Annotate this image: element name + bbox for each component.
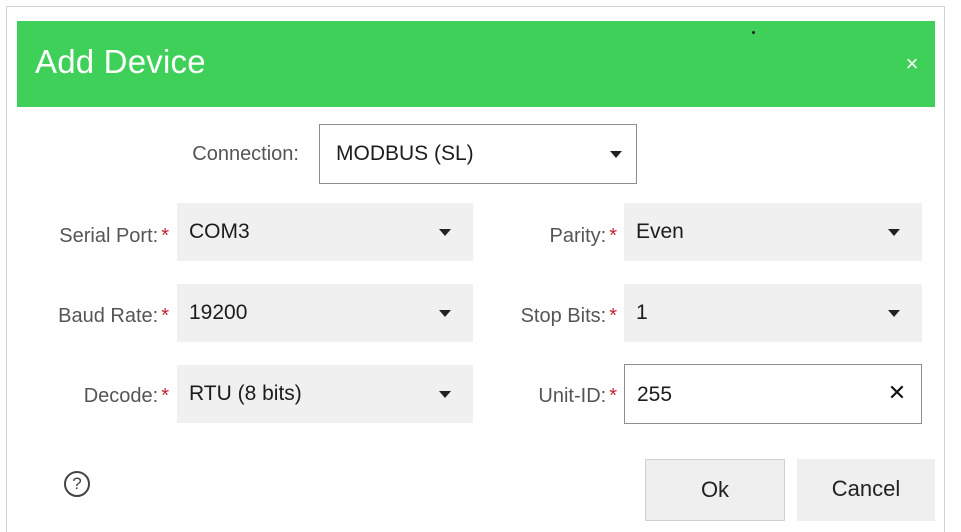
chevron-down-icon <box>888 310 900 317</box>
dialog-title: Add Device <box>35 43 206 80</box>
decode-value: RTU (8 bits) <box>189 382 302 405</box>
stop-bits-label: Stop Bits: * <box>520 305 617 327</box>
stop-bits-value: 1 <box>636 301 648 324</box>
connection-select[interactable]: MODBUS (SL) <box>319 124 637 184</box>
parity-select[interactable]: Even <box>624 203 922 261</box>
required-marker: * <box>161 385 169 407</box>
connection-label: Connection: <box>192 143 299 165</box>
baud-rate-label: Baud Rate: * <box>58 305 169 327</box>
add-device-dialog: Add Device × Connection: MODBUS (SL) Ser… <box>6 6 945 532</box>
chevron-down-icon <box>439 391 451 398</box>
chevron-down-icon <box>610 151 622 158</box>
serial-port-value: COM3 <box>189 220 250 243</box>
clear-icon[interactable]: ✕ <box>883 379 911 407</box>
dialog-header: Add Device × <box>17 21 935 107</box>
chevron-down-icon <box>439 310 451 317</box>
unit-id-field[interactable]: ✕ <box>624 364 922 424</box>
required-marker: * <box>609 385 617 407</box>
close-icon[interactable]: × <box>899 51 925 77</box>
stop-bits-select[interactable]: 1 <box>624 284 922 342</box>
serial-port-select[interactable]: COM3 <box>177 203 473 261</box>
parity-value: Even <box>636 220 684 243</box>
chevron-down-icon <box>888 229 900 236</box>
decode-label: Decode: * <box>83 385 169 407</box>
required-marker: * <box>161 225 169 247</box>
required-marker: * <box>609 305 617 327</box>
required-marker: * <box>609 225 617 247</box>
parity-label: Parity: * <box>549 225 617 247</box>
chevron-down-icon <box>439 229 451 236</box>
serial-port-label: Serial Port: * <box>59 225 169 247</box>
stray-dot <box>752 31 755 34</box>
connection-value: MODBUS (SL) <box>336 142 474 165</box>
unit-id-label: Unit-ID: * <box>538 385 617 407</box>
baud-rate-value: 19200 <box>189 301 248 324</box>
decode-select[interactable]: RTU (8 bits) <box>177 365 473 423</box>
required-marker: * <box>161 305 169 327</box>
help-icon[interactable]: ? <box>64 471 90 497</box>
baud-rate-select[interactable]: 19200 <box>177 284 473 342</box>
cancel-button[interactable]: Cancel <box>797 459 935 521</box>
ok-button[interactable]: Ok <box>645 459 785 521</box>
unit-id-input[interactable] <box>635 375 879 415</box>
